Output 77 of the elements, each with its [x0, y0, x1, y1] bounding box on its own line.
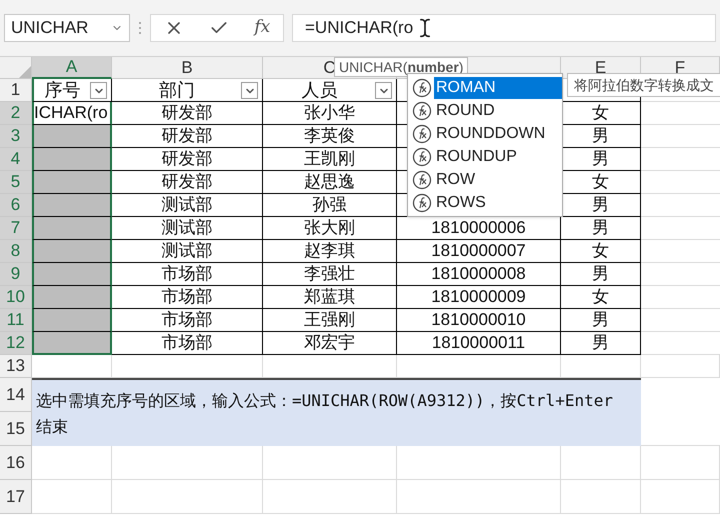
fx-icon	[412, 170, 432, 190]
description-tooltip: 将阿拉伯数字转换成文	[567, 73, 720, 97]
row-number[interactable]: 2	[0, 102, 32, 125]
function-item[interactable]: ROW	[434, 168, 562, 190]
row-number[interactable]: 1	[0, 79, 32, 102]
table-cell: 李强壮	[263, 263, 397, 286]
function-item[interactable]: ROWS	[434, 192, 562, 214]
table-cell: 张大刚	[263, 217, 397, 240]
table-cell: 人员	[263, 79, 397, 102]
fx-icon	[412, 192, 432, 212]
grip-icon	[138, 20, 142, 36]
table-cell: 男	[561, 309, 641, 332]
table-cell: 部门	[112, 79, 263, 102]
row-number[interactable]: 7	[0, 217, 32, 240]
formula-field[interactable]: =UNICHAR(ro	[292, 14, 716, 42]
table-cell: 市场部	[112, 286, 263, 309]
table-cell: 研发部	[112, 102, 263, 125]
row-number[interactable]: 6	[0, 194, 32, 217]
fx-icon	[412, 124, 432, 144]
row-number[interactable]: 8	[0, 240, 32, 263]
table-cell: 研发部	[112, 171, 263, 194]
filter-button[interactable]	[241, 82, 258, 99]
name-box[interactable]: UNICHAR	[4, 14, 130, 42]
table-cell: 1810000011	[397, 332, 561, 355]
row-number[interactable]: 12	[0, 332, 32, 355]
fx-icon	[412, 78, 432, 98]
table-cell: 1810000007	[397, 240, 561, 263]
table-cell: 孙强	[263, 194, 397, 217]
table-cell: 研发部	[112, 125, 263, 148]
row-number[interactable]: 10	[0, 286, 32, 309]
table-cell: 1810000010	[397, 309, 561, 332]
table-cell: 市场部	[112, 332, 263, 355]
table-cell: 王强刚	[263, 309, 397, 332]
fx-icon	[412, 146, 432, 166]
table-cell: 测试部	[112, 240, 263, 263]
table-cell: 郑蓝琪	[263, 286, 397, 309]
row-number[interactable]: 11	[0, 309, 32, 332]
function-item[interactable]: ROMAN	[434, 76, 562, 98]
corner-triangle-icon	[19, 66, 31, 78]
table-cell: 市场部	[112, 263, 263, 286]
filter-button[interactable]	[375, 82, 392, 99]
table-cell: 李英俊	[263, 125, 397, 148]
row-number[interactable]: 13	[0, 355, 32, 378]
function-item[interactable]: ROUNDUP	[434, 146, 562, 168]
function-item[interactable]: ROUNDDOWN	[434, 122, 562, 144]
fx-icon	[412, 100, 432, 120]
row-number[interactable]: 16	[0, 446, 32, 480]
insert-function-button[interactable]: fx	[254, 15, 270, 41]
table-cell: 王凯刚	[263, 148, 397, 171]
table-cell: ICHAR(ro	[32, 102, 112, 125]
table-cell: 1810000009	[397, 286, 561, 309]
column-header[interactable]: B	[112, 57, 263, 79]
table-cell: 张小华	[263, 102, 397, 125]
table-cell: 女	[561, 240, 641, 263]
column-header[interactable]: A	[32, 57, 112, 79]
row-number[interactable]: 9	[0, 263, 32, 286]
table-cell: 赵思逸	[263, 171, 397, 194]
function-item[interactable]: ROUND	[434, 100, 562, 122]
table-cell: 邓宏宇	[263, 332, 397, 355]
table-cell: 男	[561, 217, 641, 240]
filter-button[interactable]	[90, 82, 107, 99]
table-cell: 男	[561, 332, 641, 355]
table-cell: 男	[561, 263, 641, 286]
table-cell: 测试部	[112, 194, 263, 217]
row-number[interactable]: 14	[0, 378, 32, 412]
table-cell: 1810000008	[397, 263, 561, 286]
row-number[interactable]: 17	[0, 480, 32, 514]
table-cell: 研发部	[112, 148, 263, 171]
row-number[interactable]: 3	[0, 125, 32, 148]
table-cell: 女	[561, 286, 641, 309]
table-cell: 赵李琪	[263, 240, 397, 263]
table-cell: 测试部	[112, 217, 263, 240]
note-text: 选中需填充序号的区域，输入公式：=UNICHAR(ROW(A9312))，按Ctrl+Enter结束	[32, 378, 641, 446]
table-cell: 市场部	[112, 309, 263, 332]
row-number[interactable]: 5	[0, 171, 32, 194]
row-number[interactable]: 4	[0, 148, 32, 171]
row-number[interactable]: 15	[0, 412, 32, 446]
